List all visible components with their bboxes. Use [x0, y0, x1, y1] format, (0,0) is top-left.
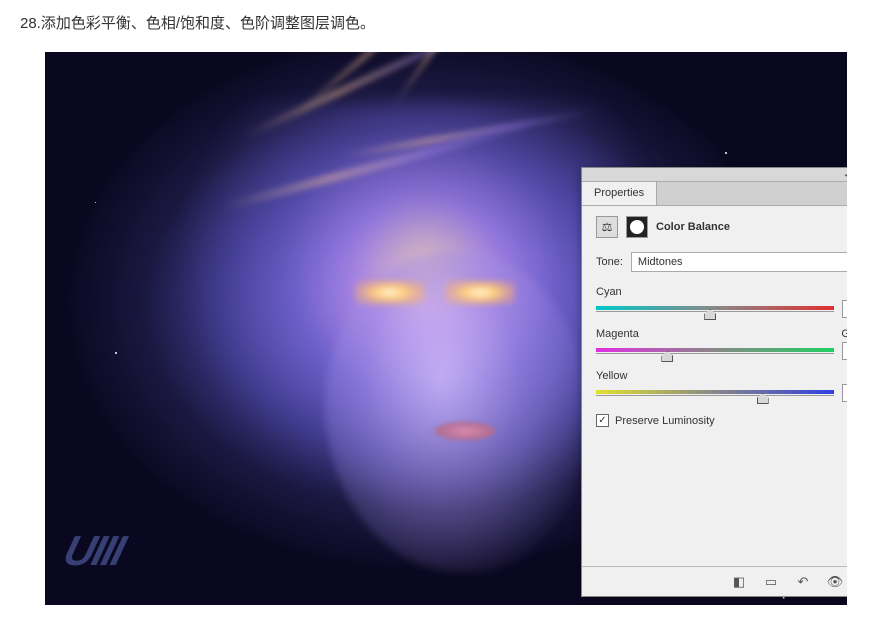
panel-topbar: ◄◄ ✕ [582, 168, 847, 182]
slider-value-mg[interactable]: -40 [842, 342, 847, 360]
slider-magenta-green: Magenta Green -40 [596, 328, 847, 360]
artwork-star [95, 202, 96, 203]
tone-row: Tone: Midtones ⌄ [596, 252, 847, 272]
label-cyan: Cyan [596, 286, 622, 298]
artwork-star [115, 352, 117, 354]
panel-footer: ◧ ▭ ↶ 👁 🗑 [582, 566, 847, 596]
canvas: UIII PS爱好者 www.psahz.com ◄◄ ✕ Properties… [45, 52, 847, 605]
slider-thumb-cr[interactable] [704, 309, 716, 320]
artwork-lips [435, 422, 495, 440]
logo-watermark: UIII [59, 527, 129, 575]
slider-track-mg[interactable] [596, 348, 834, 354]
properties-panel: ◄◄ ✕ Properties ≡ ⚖ Color Balance Tone: … [581, 167, 847, 597]
preserve-checkbox[interactable]: ✓ [596, 414, 609, 427]
adjustment-title: Color Balance [656, 221, 730, 233]
slider-thumb-yb[interactable] [757, 393, 769, 404]
artwork-star [725, 152, 727, 154]
tone-value: Midtones [638, 256, 683, 268]
tone-select[interactable]: Midtones ⌄ [631, 252, 847, 272]
label-green: Green [841, 328, 847, 340]
artwork-eye [355, 280, 425, 305]
label-yellow: Yellow [596, 370, 627, 382]
scales-icon[interactable]: ⚖ [596, 216, 618, 238]
visibility-icon[interactable]: 👁 [826, 573, 844, 591]
collapse-icon[interactable]: ◄◄ [843, 170, 847, 180]
slider-value-cr[interactable]: -4 [842, 300, 847, 318]
slider-value-yb[interactable]: +39 [842, 384, 847, 402]
slider-track-cr[interactable] [596, 306, 834, 312]
preserve-luminosity-row: ✓ Preserve Luminosity [596, 414, 847, 427]
adjustment-header: ⚖ Color Balance [596, 216, 847, 238]
slider-track-yb[interactable] [596, 390, 834, 396]
panel-tabs: Properties ≡ [582, 182, 847, 206]
tab-properties[interactable]: Properties [582, 182, 657, 205]
label-magenta: Magenta [596, 328, 639, 340]
slider-thumb-mg[interactable] [661, 351, 673, 362]
mask-icon[interactable] [626, 216, 648, 238]
artwork-eye [445, 280, 515, 305]
slider-cyan-red: Cyan Red -4 [596, 286, 847, 318]
panel-body: ⚖ Color Balance Tone: Midtones ⌄ Cyan Re… [582, 206, 847, 437]
clip-to-layer-icon[interactable]: ◧ [730, 573, 748, 591]
preserve-label: Preserve Luminosity [615, 415, 715, 427]
slider-yellow-blue: Yellow Blue +39 [596, 370, 847, 402]
instruction-text: 28.添加色彩平衡、色相/饱和度、色阶调整图层调色。 [0, 0, 885, 41]
view-previous-icon[interactable]: ▭ [762, 573, 780, 591]
reset-icon[interactable]: ↶ [794, 573, 812, 591]
tone-label: Tone: [596, 256, 623, 268]
